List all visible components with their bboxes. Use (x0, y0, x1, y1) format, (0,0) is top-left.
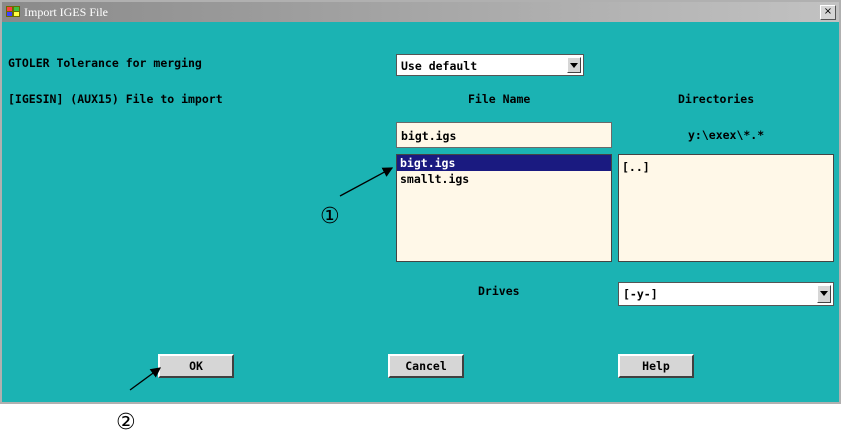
annotation-arrows (129, 167, 394, 391)
callout-1: ① (320, 204, 340, 229)
arrow-to-ok-button (129, 367, 162, 391)
callout-2: ② (116, 410, 136, 435)
arrow-to-file-list (339, 167, 394, 197)
